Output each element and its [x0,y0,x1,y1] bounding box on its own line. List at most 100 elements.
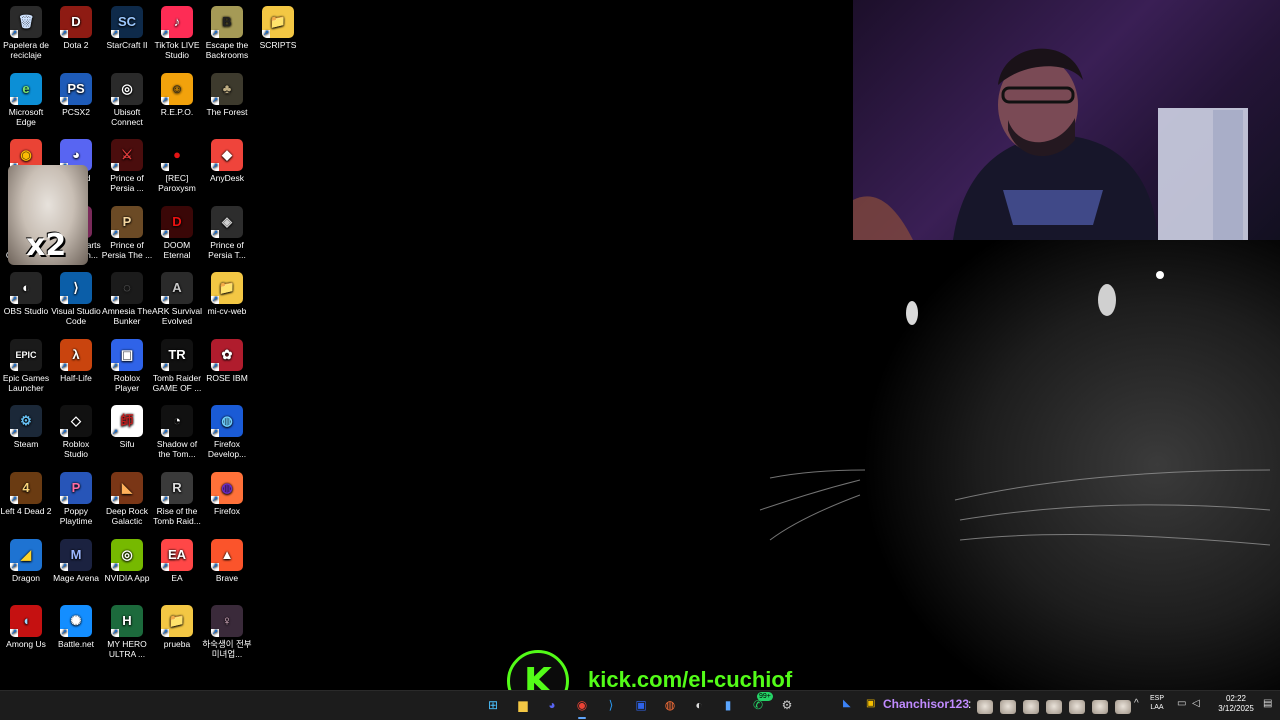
firefox-taskbar-icon[interactable]: ◍ [659,694,681,716]
vscode-taskbar-icon[interactable]: ⟩ [600,694,622,716]
desktop-shortcut[interactable]: λ ↗ Half-Life [50,339,102,383]
desktop-shortcut-label: Roblox Player [113,373,141,393]
shortcut-arrow-icon: ↗ [111,363,119,371]
desktop-shortcut[interactable]: 📁 ↗ prueba [151,605,203,649]
roblox-taskbar-icon[interactable]: ▣ [630,694,652,716]
settings-taskbar-icon[interactable]: ⚙ [776,694,798,716]
desktop-shortcut[interactable]: H ↗ MY HERO ULTRA ... [101,605,153,659]
desktop-shortcut-label: Left 4 Dead 2 [0,506,52,516]
desktop-shortcut-label: Amnesia The Bunker [102,306,152,326]
desktop-shortcut[interactable]: ◖ ↗ Among Us [0,605,52,649]
desktop-shortcut[interactable]: ◣ ↗ Deep Rock Galactic [101,472,153,526]
desktop-shortcut[interactable]: 📁 ↗ mi-cv-web [201,272,253,316]
notification-icon[interactable]: ▤ [1263,698,1272,709]
desktop-shortcut-label: NVIDIA App [104,573,150,583]
desktop-shortcut[interactable]: ◇ ↗ Roblox Studio [50,405,102,459]
desktop-shortcut[interactable]: ● ↗ [REC] Paroxysm [151,139,203,193]
app-icon: ◢ ↗ [10,539,42,571]
file-explorer-icon[interactable]: ▆ [512,694,534,716]
desktop-shortcut[interactable]: ⟩ ↗ Visual Studio Code [50,272,102,326]
desktop-shortcut[interactable]: P ↗ Prince of Persia The ... [101,206,153,260]
desktop-shortcut[interactable]: SC ↗ StarCraft II [101,6,153,50]
desktop-shortcut[interactable]: B ↗ Escape the Backrooms [201,6,253,60]
desktop-shortcut-label: Prince of Persia T... [208,240,246,260]
shortcut-arrow-icon: ↗ [161,629,169,637]
app-icon: EPIC ↗ [10,339,42,371]
app-icon: ◌ ↗ [111,272,143,304]
desktop-shortcut-label: EA [171,573,183,583]
app-icon: M ↗ [60,539,92,571]
app-icon: ◎ ↗ [111,539,143,571]
start-button[interactable]: ⊞ [482,694,504,716]
desktop-shortcut[interactable]: ◔ ↗ Shadow of the Tom... [151,405,203,459]
desktop-shortcut[interactable]: R ↗ Rise of the Tomb Raid... [151,472,203,526]
volume-icon[interactable]: ◁ [1192,698,1200,709]
discord-taskbar-icon[interactable]: ◕ [541,694,563,716]
shortcut-arrow-icon: ↗ [60,30,68,38]
desktop-shortcut[interactable]: ⚙ ↗ Steam [0,405,52,449]
desktop-shortcut[interactable]: M ↗ Mage Arena [50,539,102,583]
desktop-shortcut[interactable]: EPIC ↗ Epic Games Launcher [0,339,52,393]
desktop-shortcut-label: Tomb Raider GAME OF ... [152,373,202,393]
desktop-shortcut[interactable]: ◢ ↗ Dragon [0,539,52,583]
app-icon: ⟩ ↗ [60,272,92,304]
app-icon: ♀ ↗ [211,605,243,637]
desktop-shortcut[interactable]: ◌ ↗ Amnesia The Bunker [101,272,153,326]
desktop-shortcut[interactable]: ◍ ↗ Firefox Develop... [201,405,253,459]
network-icon[interactable]: ▭ [1177,698,1186,709]
shortcut-arrow-icon: ↗ [211,97,219,105]
desktop-shortcut[interactable]: ◎ ↗ Ubisoft Connect [101,73,153,127]
hamster-emote-icon [977,700,993,714]
tray-clock[interactable]: 02:22 3/12/2025 [1210,694,1262,714]
desktop-shortcut[interactable]: 4 ↗ Left 4 Dead 2 [0,472,52,516]
desktop-shortcut[interactable]: TR ↗ Tomb Raider GAME OF ... [151,339,203,393]
desktop-shortcut[interactable]: ♪ ↗ TikTok LIVE Studio [151,6,203,60]
obs-taskbar-icon[interactable]: ◐ [688,694,710,716]
desktop-shortcut[interactable]: 🗑 ↗ Papelera de reciclaje [0,6,52,60]
desktop-shortcut[interactable]: e ↗ Microsoft Edge [0,73,52,127]
app-taskbar-icon[interactable]: ▮ [717,694,739,716]
app-icon: ◈ ↗ [211,206,243,238]
hamster-emote-icon [1115,700,1131,714]
chrome-taskbar-icon[interactable]: ◉ [571,694,593,719]
desktop-shortcut-label: Epic Games Launcher [2,373,50,393]
tray-overflow-chevron-icon[interactable]: ^ [1134,698,1139,709]
desktop-shortcut-label: Battle.net [58,639,94,649]
desktop-shortcut[interactable]: ☺ ↗ R.E.P.O. [151,73,203,117]
desktop-shortcut[interactable]: ◆ ↗ AnyDesk [201,139,253,183]
desktop-shortcut[interactable]: ▲ ↗ Brave [201,539,253,583]
desktop-shortcut[interactable]: ▣ ↗ Roblox Player [101,339,153,393]
desktop-shortcut[interactable]: P ↗ Poppy Playtime [50,472,102,526]
desktop-shortcut[interactable]: ✺ ↗ Battle.net [50,605,102,649]
tray-language-indicator[interactable]: ESP LAA [1146,694,1168,712]
desktop-shortcut[interactable]: ♀ ↗ 하숙생이 전부 미녀업... [201,605,253,659]
desktop-shortcut[interactable]: ◍ ↗ Firefox [201,472,253,516]
desktop-shortcut[interactable]: 師 ↗ Sifu [101,405,153,449]
desktop-shortcut[interactable]: ◐ ↗ OBS Studio [0,272,52,316]
shortcut-arrow-icon: ↗ [211,163,219,171]
shortcut-arrow-icon: ↗ [111,429,119,437]
desktop-shortcut[interactable]: 📁 ↗ SCRIPTS [252,6,304,50]
webcam-person-image [853,48,1248,240]
desktop-shortcut[interactable]: ⚔ ↗ Prince of Persia ... [101,139,153,193]
desktop-shortcut[interactable]: A ↗ ARK Survival Evolved [151,272,203,326]
clock-time: 02:22 [1225,694,1247,703]
desktop-shortcut[interactable]: EA ↗ EA [151,539,203,583]
desktop-shortcut[interactable]: PS ↗ PCSX2 [50,73,102,117]
desktop-shortcut-label: Dragon [12,573,40,583]
desktop-shortcut-label: ROSE IBM [206,373,248,383]
shortcut-arrow-icon: ↗ [161,363,169,371]
shortcut-arrow-icon: ↗ [10,363,18,371]
desktop-shortcut[interactable]: D ↗ DOOM Eternal [151,206,203,260]
shortcut-arrow-icon: ↗ [60,629,68,637]
desktop-shortcut[interactable]: ◈ ↗ Prince of Persia T... [201,206,253,260]
desktop-shortcut[interactable]: ◎ ↗ NVIDIA App [101,539,153,583]
desktop-shortcut-label: Dota 2 [63,40,89,50]
app-icon: ◇ ↗ [60,405,92,437]
desktop-shortcut[interactable]: ✿ ↗ ROSE IBM [201,339,253,383]
desktop-shortcut[interactable]: ♣ ↗ The Forest [201,73,253,117]
desktop-shortcut[interactable]: D ↗ Dota 2 [50,6,102,50]
desktop-shortcut-label: PCSX2 [62,107,90,117]
app-icon: ⚙ ↗ [10,405,42,437]
shortcut-arrow-icon: ↗ [10,97,18,105]
